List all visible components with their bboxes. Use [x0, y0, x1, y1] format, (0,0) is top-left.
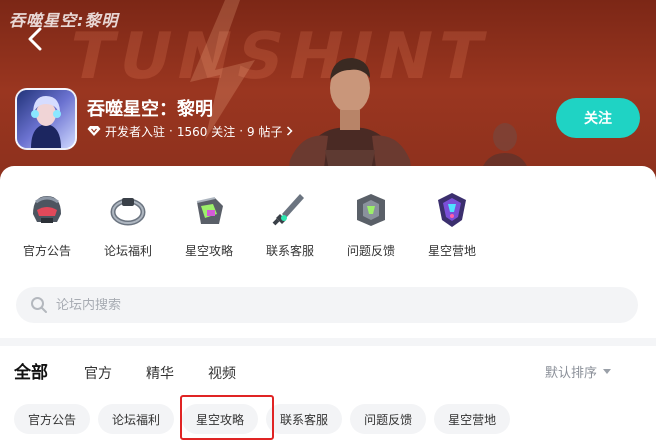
- quick-nav-item-strategy[interactable]: 星空攻略: [172, 184, 246, 266]
- chip-strategy[interactable]: 星空攻略: [182, 404, 259, 434]
- post-filter-tabs: 全部 官方 精华 视频: [14, 358, 270, 383]
- category-chips: 官方公告 论坛福利 星空攻略 联系客服 问题反馈 星空营地: [14, 404, 511, 434]
- chip-forum-welfare[interactable]: 论坛福利: [98, 404, 175, 434]
- search-input[interactable]: [56, 297, 596, 313]
- follow-button[interactable]: 关注: [556, 98, 640, 138]
- game-meta-row[interactable]: 开发者入驻 · 1560 关注 · 9 帖子: [87, 123, 294, 139]
- tab-video[interactable]: 视频: [208, 363, 236, 383]
- forum-search-bar[interactable]: [16, 287, 638, 323]
- quick-nav-item-customer-service[interactable]: 联系客服: [253, 184, 327, 266]
- tab-all[interactable]: 全部: [14, 358, 48, 383]
- ring-icon: [110, 198, 146, 226]
- diamond-badge-icon: [87, 126, 101, 136]
- chip-official-announcement[interactable]: 官方公告: [14, 404, 91, 434]
- quick-nav-label: 论坛福利: [103, 244, 152, 258]
- game-title: 吞噬星空：黎明: [87, 99, 213, 120]
- dagger-icon: [272, 194, 304, 226]
- sort-label: 默认排序: [545, 366, 598, 381]
- meta-separator: ·: [169, 124, 173, 138]
- helmet-icon: [33, 196, 61, 223]
- follower-count: 1560 关注: [176, 124, 236, 139]
- tab-featured[interactable]: 精华: [146, 363, 174, 383]
- quick-nav-label: 问题反馈: [346, 244, 395, 258]
- quick-nav-item-forum-welfare[interactable]: 论坛福利: [91, 184, 165, 266]
- chevron-left-icon: [28, 27, 42, 51]
- gauntlet-icon: [196, 197, 223, 224]
- post-count: 9 帖子: [247, 124, 283, 139]
- quick-nav: 官方公告 论坛福利 星空攻略 联系客服 问题反馈 星空营地: [10, 184, 489, 266]
- shield-icon: [438, 193, 466, 227]
- quick-nav-label: 官方公告: [22, 244, 71, 258]
- quick-nav-label: 星空攻略: [184, 244, 233, 258]
- quick-nav-item-feedback[interactable]: 问题反馈: [334, 184, 408, 266]
- forum-content-card: 官方公告 论坛福利 星空攻略 联系客服 问题反馈 星空营地 论坛内搜索 全部 官…: [0, 166, 656, 446]
- chip-feedback[interactable]: 问题反馈: [350, 404, 427, 434]
- quick-nav-label: 星空营地: [427, 244, 476, 258]
- quick-nav-label: 联系客服: [265, 244, 314, 258]
- section-divider: [0, 338, 656, 346]
- game-app-icon: [15, 88, 77, 150]
- search-icon: [31, 297, 47, 313]
- chip-star-camp[interactable]: 星空营地: [434, 404, 511, 434]
- banner-background-word: TUNSHINT: [62, 20, 496, 94]
- developer-label: 开发者入驻: [105, 124, 166, 139]
- tab-official[interactable]: 官方: [84, 363, 112, 383]
- chip-customer-service[interactable]: 联系客服: [266, 404, 343, 434]
- caret-down-icon: [603, 368, 612, 374]
- back-button[interactable]: [22, 26, 48, 52]
- sort-dropdown[interactable]: 默认排序: [545, 362, 612, 381]
- armor-icon: [357, 194, 385, 226]
- meta-separator: ·: [239, 124, 244, 138]
- quick-nav-item-star-camp[interactable]: 星空营地: [415, 184, 489, 266]
- chevron-right-icon: [287, 126, 294, 136]
- quick-nav-item-official-announcement[interactable]: 官方公告: [10, 184, 84, 266]
